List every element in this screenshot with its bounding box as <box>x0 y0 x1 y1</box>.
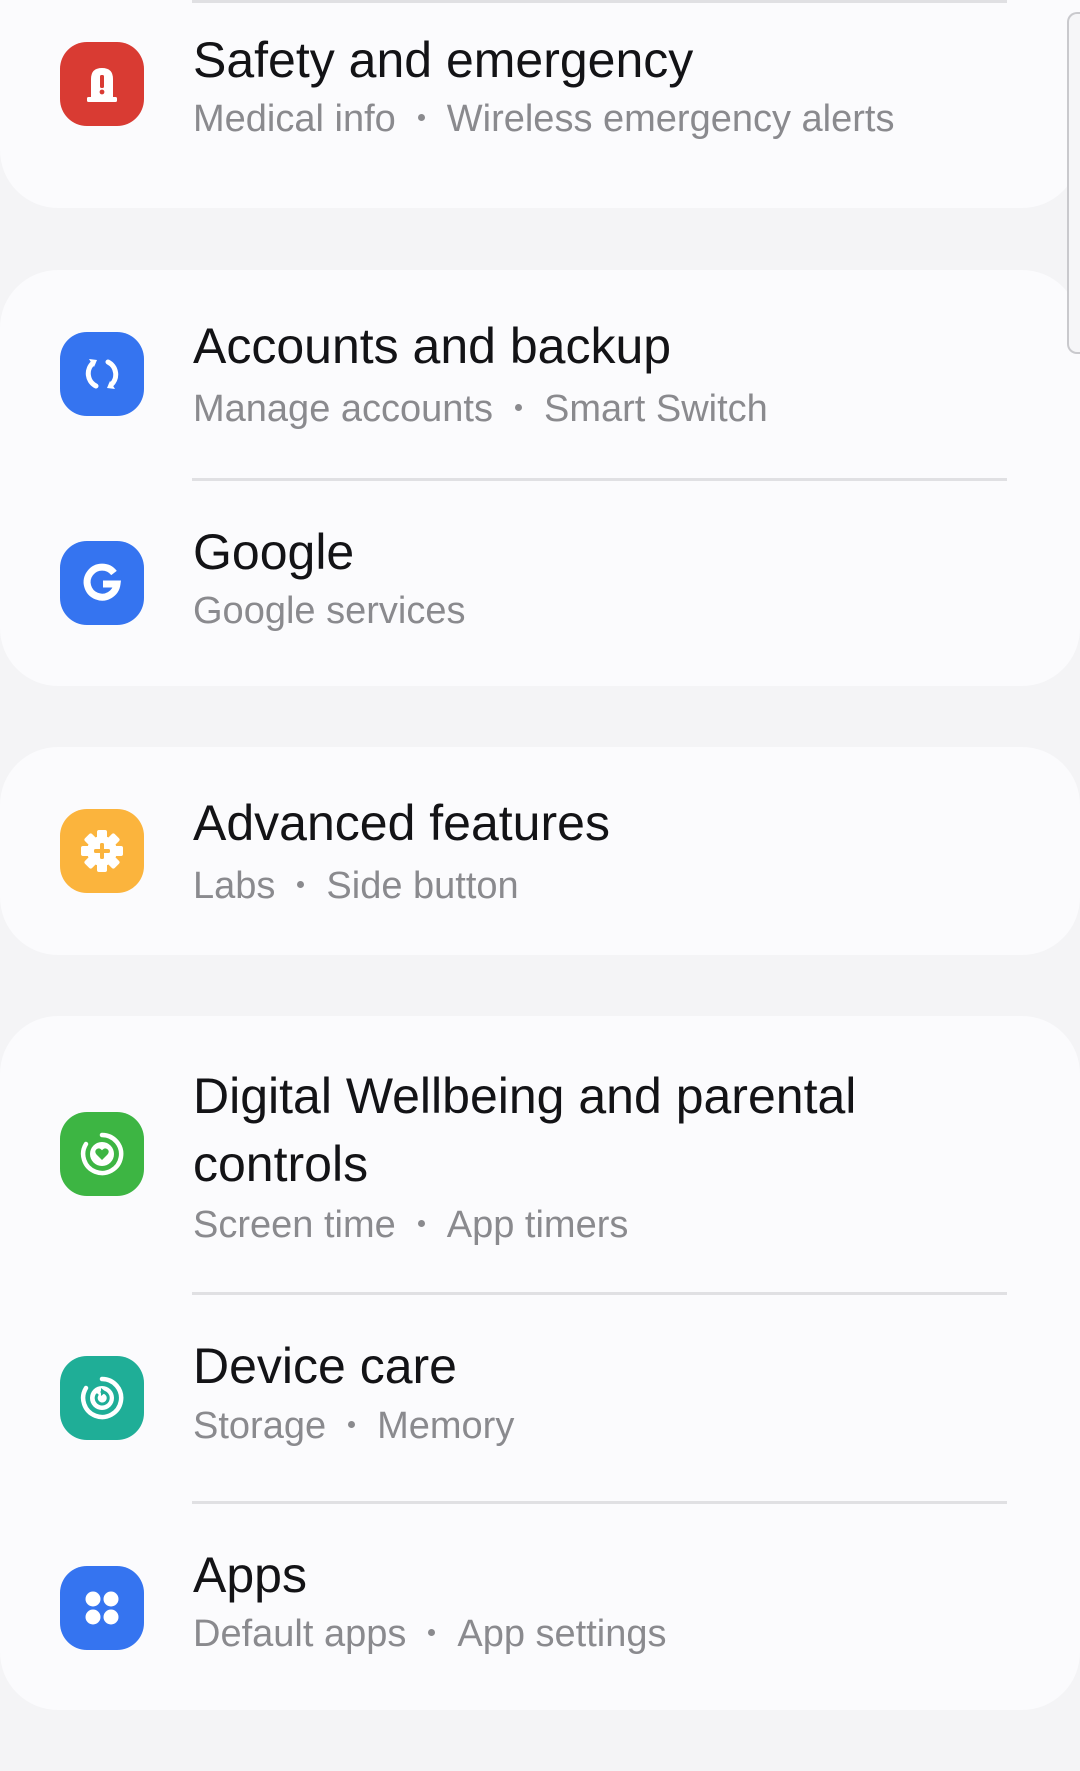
subtitle-part: Smart Switch <box>543 388 768 430</box>
accounts-title: Accounts and backup <box>193 318 672 374</box>
settings-item-wellbeing[interactable]: Digital Wellbeing and parental controls … <box>0 1016 1080 1292</box>
gear-plus-icon <box>60 809 144 893</box>
google-subtitle: Google services <box>193 587 465 635</box>
separator-dot <box>417 1220 425 1228</box>
settings-card-accounts-google: Accounts and backup Manage accounts Smart… <box>0 270 1080 686</box>
separator-dot <box>514 404 522 412</box>
device-care-icon <box>60 1356 144 1440</box>
settings-item-google[interactable]: Google Google services <box>0 481 1080 686</box>
separator-dot <box>297 881 305 889</box>
heart-circle-icon <box>60 1112 144 1196</box>
google-g-icon <box>60 541 144 625</box>
settings-item-safety[interactable]: Safety and emergency Medical info Wireles… <box>0 0 1080 208</box>
advanced-title: Advanced features <box>193 795 610 851</box>
subtitle-part: App timers <box>446 1204 629 1246</box>
wellbeing-subtitle: Screen time App timers <box>193 1201 628 1249</box>
subtitle-part: Google services <box>193 590 466 632</box>
separator-dot <box>428 1629 436 1637</box>
wellbeing-title: Digital Wellbeing and parental controls <box>193 1068 857 1192</box>
subtitle-part: Medical info <box>193 98 396 140</box>
subtitle-part: Side button <box>326 865 519 907</box>
accounts-subtitle: Manage accounts Smart Switch <box>193 385 768 433</box>
settings-card-safety: Safety and emergency Medical info Wireles… <box>0 0 1080 208</box>
settings-item-advanced[interactable]: Advanced features Labs Side button <box>0 747 1080 955</box>
settings-card-wellbeing-care-apps: Digital Wellbeing and parental controls … <box>0 1016 1080 1710</box>
apps-grid-icon <box>60 1566 144 1650</box>
subtitle-part: App settings <box>457 1613 667 1655</box>
scrollbar[interactable] <box>1067 12 1080 354</box>
settings-item-apps[interactable]: Apps Default apps App settings <box>0 1504 1080 1710</box>
settings-item-device-care[interactable]: Device care Storage Memory <box>0 1295 1080 1501</box>
separator-dot <box>417 114 425 122</box>
subtitle-part: Labs <box>193 865 276 907</box>
apps-title: Apps <box>193 1547 307 1603</box>
subtitle-part: Memory <box>377 1405 515 1447</box>
emergency-siren-icon <box>60 42 144 126</box>
subtitle-part: Storage <box>193 1405 327 1447</box>
sync-icon <box>60 332 144 416</box>
device-care-title: Device care <box>193 1338 457 1394</box>
advanced-subtitle: Labs Side button <box>193 862 519 910</box>
settings-card-advanced: Advanced features Labs Side button <box>0 747 1080 955</box>
safety-title: Safety and emergency <box>193 32 694 88</box>
device-care-subtitle: Storage Memory <box>193 1402 514 1450</box>
separator-dot <box>348 1421 356 1429</box>
subtitle-part: Screen time <box>193 1204 396 1246</box>
safety-subtitle: Medical info Wireless emergency alerts <box>193 95 894 143</box>
google-title: Google <box>193 524 355 580</box>
subtitle-part: Wireless emergency alerts <box>446 98 895 140</box>
subtitle-part: Manage accounts <box>193 388 493 430</box>
settings-item-accounts[interactable]: Accounts and backup Manage accounts Smart… <box>0 270 1080 478</box>
apps-subtitle: Default apps App settings <box>193 1610 667 1658</box>
subtitle-part: Default apps <box>193 1613 407 1655</box>
